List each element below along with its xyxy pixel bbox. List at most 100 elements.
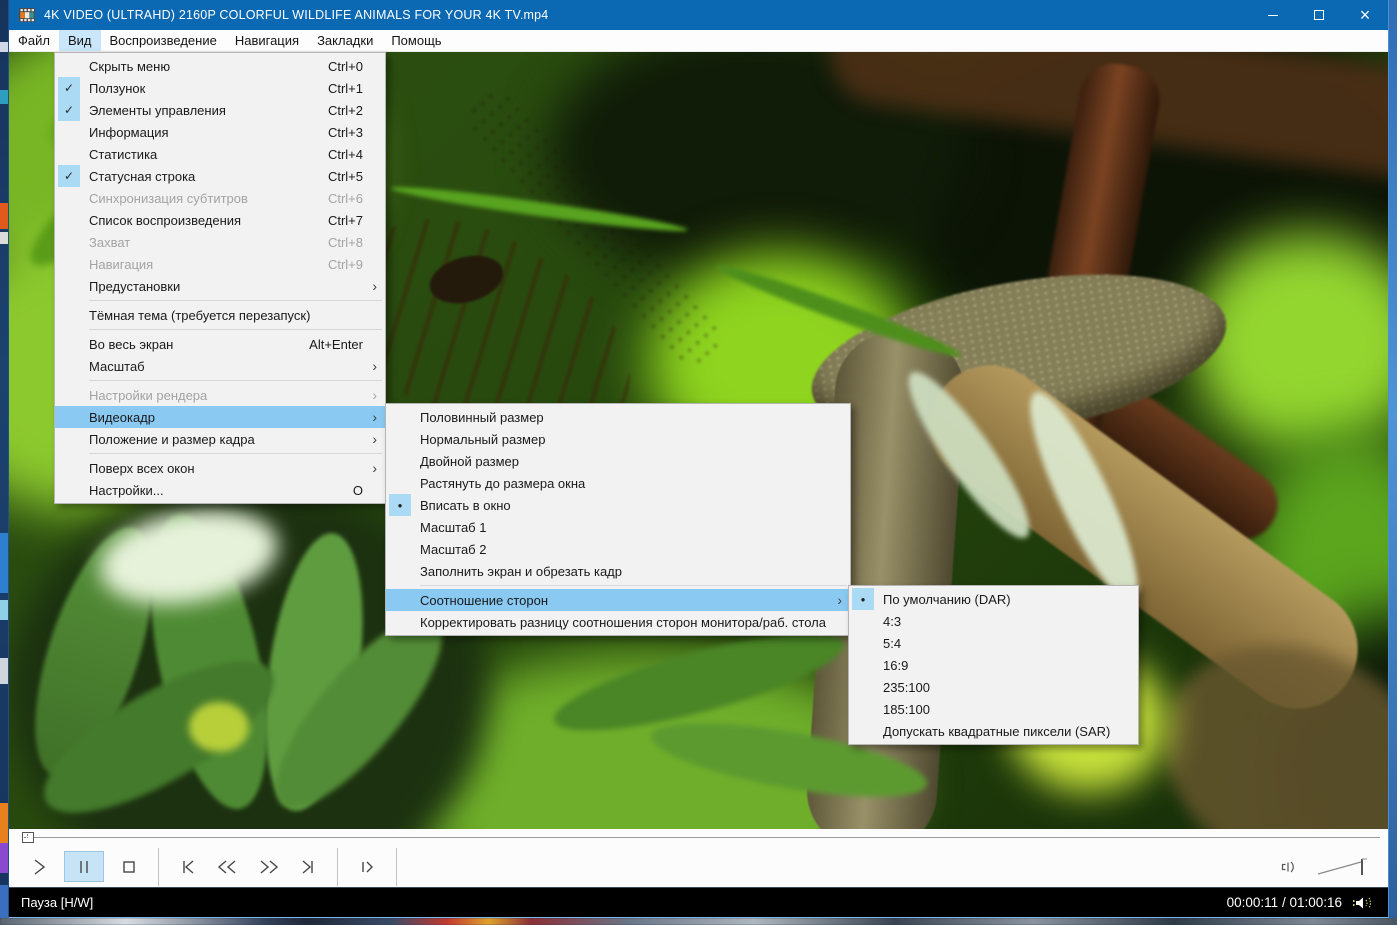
rewind-icon: [217, 859, 236, 874]
menu-item-aspect-4-3[interactable]: 4:3: [849, 610, 1138, 632]
seek-handle[interactable]: [22, 832, 34, 843]
radio-gutter: [852, 676, 874, 698]
check-gutter: [58, 253, 80, 275]
menu-item-options[interactable]: Настройки... O: [55, 479, 385, 501]
menu-item-seek-slider[interactable]: ✓ Ползунок Ctrl+1: [55, 77, 385, 99]
frame-step-button[interactable]: [354, 854, 380, 880]
menu-item-presets[interactable]: Предустановки ›: [55, 275, 385, 297]
menu-item-label: Половинный размер: [420, 409, 544, 425]
menu-item-subtitle-sync: Синхронизация субтитров Ctrl+6: [55, 187, 385, 209]
rewind-button[interactable]: [211, 854, 243, 880]
minimize-button[interactable]: [1250, 0, 1296, 30]
video-frame-submenu: Половинный размер Нормальный размер Двой…: [385, 403, 851, 636]
desktop-icon-fragment: [0, 42, 8, 52]
menu-item-correct-monitor-aspect[interactable]: Корректировать разницу соотношения сторо…: [386, 611, 850, 633]
maximize-button[interactable]: [1296, 0, 1342, 30]
menu-item-always-on-top[interactable]: Поверх всех окон ›: [55, 457, 385, 479]
speaker-icon[interactable]: [1278, 858, 1300, 876]
menu-item-status-bar[interactable]: ✓ Статусная строка Ctrl+5: [55, 165, 385, 187]
desktop-bottom-strip: [0, 918, 1397, 925]
menu-item-aspect-ratio[interactable]: Соотношение сторон ›: [386, 589, 850, 611]
menu-item-video-frame[interactable]: Видеокадр ›: [55, 406, 385, 428]
skip-to-start-button[interactable]: [175, 854, 201, 880]
menu-item-aspect-235-100[interactable]: 235:100: [849, 676, 1138, 698]
menu-item-half-size[interactable]: Половинный размер: [386, 406, 850, 428]
seek-bar[interactable]: [9, 829, 1388, 846]
menu-item-aspect-185-100[interactable]: 185:100: [849, 698, 1138, 720]
menu-item-label: Корректировать разницу соотношения сторо…: [420, 614, 826, 630]
radio-gutter: [852, 610, 874, 632]
menu-item-playlist[interactable]: Список воспроизведения Ctrl+7: [55, 209, 385, 231]
check-gutter: ✓: [58, 165, 80, 187]
play-button[interactable]: [26, 854, 52, 880]
menu-navigation[interactable]: Навигация: [226, 30, 308, 51]
menu-item-dark-theme[interactable]: Тёмная тема (требуется перезапуск): [55, 304, 385, 326]
menu-item-label: Захват: [89, 234, 131, 250]
seek-track[interactable]: [22, 837, 1380, 838]
view-menu: Скрыть меню Ctrl+0 ✓ Ползунок Ctrl+1 ✓ Элеме…: [54, 52, 386, 504]
menu-item-statistics[interactable]: Статистика Ctrl+4: [55, 143, 385, 165]
submenu-arrow-icon: ›: [372, 278, 377, 294]
menu-shortcut: O: [352, 482, 363, 498]
menu-item-fit-to-window[interactable]: ● Вписать в окно: [386, 494, 850, 516]
submenu-arrow-icon: ›: [372, 409, 377, 425]
menu-item-fill-and-crop[interactable]: Заполнить экран и обрезать кадр: [386, 560, 850, 582]
menu-item-fullscreen[interactable]: Во весь экран Alt+Enter: [55, 333, 385, 355]
menu-item-pan-scan[interactable]: Положение и размер кадра ›: [55, 428, 385, 450]
menu-item-aspect-default-dar[interactable]: ● По умолчанию (DAR): [849, 588, 1138, 610]
radio-icon: ●: [860, 594, 866, 604]
menu-item-label: Настройки рендера: [89, 387, 208, 403]
check-gutter: ✓: [58, 77, 80, 99]
menu-item-stretch-to-window[interactable]: Растянуть до размера окна: [386, 472, 850, 494]
menu-item-label: Положение и размер кадра: [89, 431, 255, 447]
menu-label: Навигация: [234, 33, 300, 48]
fast-forward-icon: [260, 859, 279, 874]
skip-to-end-button[interactable]: [295, 854, 321, 880]
volume-slider[interactable]: [1316, 856, 1370, 878]
menu-item-label: Статусная строка: [89, 168, 196, 184]
menu-item-label: Информация: [89, 124, 169, 140]
titlebar[interactable]: 4K VIDEO (ULTRAHD) 2160P COLORFUL WILDLI…: [9, 0, 1388, 30]
close-button[interactable]: ×: [1342, 0, 1388, 30]
radio-gutter: [852, 698, 874, 720]
desktop-icon-fragment: [0, 232, 8, 244]
check-gutter: [58, 143, 80, 165]
menu-item-information[interactable]: Информация Ctrl+3: [55, 121, 385, 143]
controls-separator: [158, 847, 159, 886]
check-gutter: [58, 384, 80, 406]
menu-item-zoom[interactable]: Масштаб ›: [55, 355, 385, 377]
menu-item-hide-menu[interactable]: Скрыть меню Ctrl+0: [55, 55, 385, 77]
menu-item-label: 185:100: [883, 701, 930, 717]
menu-file[interactable]: Файл: [9, 30, 59, 51]
menu-item-label: Двойной размер: [420, 453, 520, 469]
app-icon: [19, 8, 35, 22]
menu-shortcut: Ctrl+1: [327, 80, 363, 96]
menu-item-label: Элементы управления: [89, 102, 226, 118]
pause-button[interactable]: [64, 851, 104, 882]
menu-shortcut: Ctrl+2: [327, 102, 363, 118]
menu-item-aspect-5-4[interactable]: 5:4: [849, 632, 1138, 654]
controls-separator: [337, 847, 338, 886]
menu-item-zoom-1[interactable]: Масштаб 1: [386, 516, 850, 538]
menu-view[interactable]: Вид: [58, 30, 101, 51]
menu-item-aspect-16-9[interactable]: 16:9: [849, 654, 1138, 676]
radio-gutter: [389, 516, 411, 538]
menu-item-aspect-sar[interactable]: Допускать квадратные пиксели (SAR): [849, 720, 1138, 742]
menu-item-label: Масштаб 1: [420, 519, 487, 535]
stop-button[interactable]: [116, 854, 142, 880]
menu-shortcut: Ctrl+4: [327, 146, 363, 162]
desktop-icon-fragment: [0, 533, 8, 593]
radio-gutter: [389, 428, 411, 450]
menu-playback[interactable]: Воспроизведение: [101, 30, 226, 51]
menu-bookmarks[interactable]: Закладки: [308, 30, 382, 51]
menu-item-controls[interactable]: ✓ Элементы управления Ctrl+2: [55, 99, 385, 121]
fast-forward-button[interactable]: [253, 854, 285, 880]
menu-item-zoom-2[interactable]: Масштаб 2: [386, 538, 850, 560]
menu-item-double-size[interactable]: Двойной размер: [386, 450, 850, 472]
menu-item-normal-size[interactable]: Нормальный размер: [386, 428, 850, 450]
menu-help[interactable]: Помощь: [382, 30, 450, 51]
desktop-icon-fragment: [0, 658, 8, 684]
radio-gutter: [389, 589, 411, 611]
check-icon: ✓: [63, 81, 75, 95]
minimize-icon: [1268, 14, 1278, 16]
